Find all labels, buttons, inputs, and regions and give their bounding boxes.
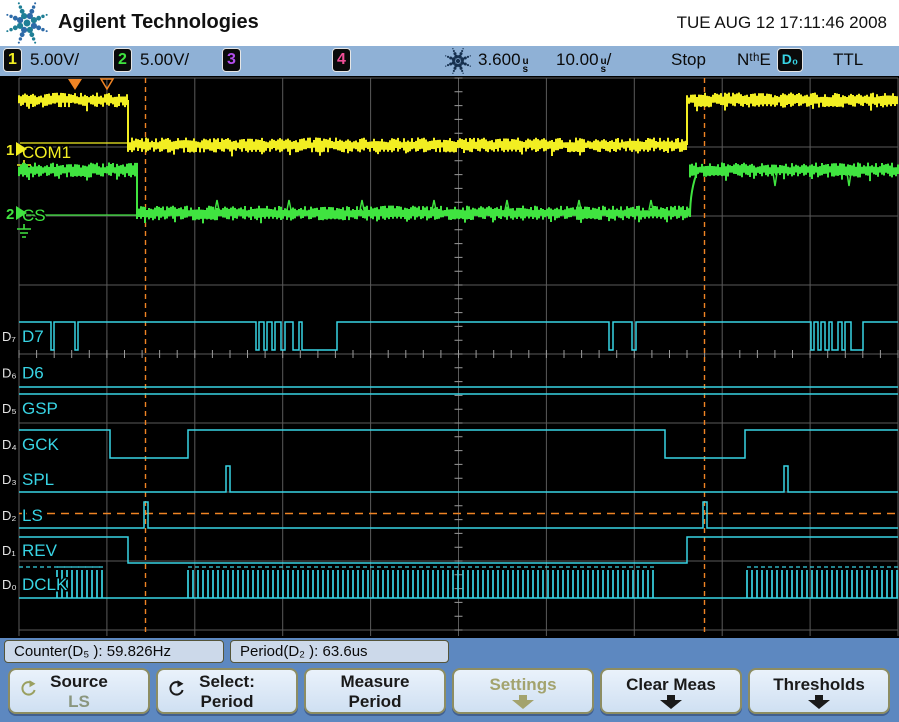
brand-name: Agilent Technologies — [58, 11, 259, 34]
channel-2-marker[interactable]: 2 — [6, 206, 14, 223]
threshold-mode-label: TTL — [833, 50, 863, 70]
channel-1-marker[interactable]: 1 — [6, 142, 14, 159]
digital-label-D6: D6 — [22, 364, 44, 383]
trigger-mode-label: NᵗʰE — [737, 50, 771, 70]
digital-label-D7: D7 — [22, 327, 44, 346]
counter-readout: Counter(D₅ ): 59.826Hz — [4, 640, 224, 663]
period-readout: Period(D₂ ): 63.6us — [230, 640, 449, 663]
bus-id-SPL: D₃ — [2, 472, 17, 487]
header-bar: Agilent Technologies TUE AUG 12 17:11:46… — [0, 0, 899, 46]
softkey-measure-label2: Period — [306, 692, 444, 711]
channel-3-badge[interactable]: 3 — [222, 48, 241, 72]
softkey-clear-meas-label: Clear Meas — [602, 675, 740, 695]
softkey-measure[interactable]: Measure Period — [304, 668, 446, 714]
trigger-source-badge[interactable]: D₀ — [777, 48, 803, 72]
softkey-settings-label: Settings — [454, 675, 592, 695]
bus-id-GCK: D₄ — [2, 437, 17, 452]
glitches-ch2 — [215, 173, 851, 210]
softkey-select[interactable]: Select: Period — [156, 668, 298, 714]
softkey-thresholds-label: Thresholds — [750, 675, 888, 695]
oscilloscope-screen: Agilent Technologies TUE AUG 12 17:11:46… — [0, 0, 899, 722]
channel-2-badge[interactable]: 2 — [113, 48, 132, 72]
time-cursors[interactable] — [146, 78, 705, 636]
trigger-starburst-icon — [443, 47, 473, 75]
datetime-label: TUE AUG 12 17:11:46 2008 — [677, 13, 887, 33]
down-arrow-icon — [507, 695, 539, 709]
softkey-thresholds[interactable]: Thresholds — [748, 668, 890, 714]
status-bar: 1 5.00V/ 2 5.00V/ 3 4 3.600us 10.00us/ S… — [0, 46, 899, 76]
channel-2-scale: 5.00V/ — [140, 50, 189, 70]
digital-label-GSP: GSP — [22, 399, 58, 418]
delay-readout: 3.600us — [478, 50, 529, 74]
bus-id-D6: D₆ — [2, 366, 17, 381]
softkey-measure-label1: Measure — [306, 672, 444, 692]
channel-1-badge[interactable]: 1 — [3, 48, 22, 72]
down-arrow-icon — [803, 695, 835, 709]
bus-id-D7: D₇ — [2, 329, 16, 344]
digital-label-DCLK: DCLK — [22, 575, 68, 594]
bus-id-GSP: D₅ — [2, 401, 17, 416]
bus-id-REV: D₁ — [2, 543, 16, 558]
waveform-display: D₇ D7 D₆ D6 D₅ GSP D₄ GCK D₃ SPL D₂ LS D₁ REV D₀ DCLK CO… — [0, 76, 899, 638]
time-ref-marker[interactable] — [68, 79, 82, 90]
trace-DCLK-burst — [57, 570, 897, 598]
analog-label-CS: CS — [22, 206, 46, 225]
softkey-clear-meas[interactable]: Clear Meas — [600, 668, 742, 714]
softkey-source[interactable]: Source LS — [8, 668, 150, 714]
timebase-readout: 10.00us/ — [556, 50, 611, 74]
knob-icon — [166, 679, 186, 697]
digital-label-SPL: SPL — [22, 470, 54, 489]
bus-id-DCLK: D₀ — [2, 577, 17, 592]
analog-label-COM1: COM1 — [22, 143, 71, 162]
channel-4-badge[interactable]: 4 — [332, 48, 351, 72]
channel-1-scale: 5.00V/ — [30, 50, 79, 70]
digital-label-REV: REV — [22, 541, 58, 560]
digital-label-GCK: GCK — [22, 435, 60, 454]
down-arrow-icon — [655, 695, 687, 709]
softkey-settings[interactable]: Settings — [452, 668, 594, 714]
bus-id-LS: D₂ — [2, 508, 16, 523]
digital-label-LS: LS — [22, 506, 43, 525]
bottom-bar: Counter(D₅ ): 59.826Hz Period(D₂ ): 63.6… — [0, 638, 899, 722]
knob-icon — [18, 679, 38, 697]
agilent-logo-icon — [2, 1, 54, 45]
run-state-label: Stop — [671, 50, 706, 70]
